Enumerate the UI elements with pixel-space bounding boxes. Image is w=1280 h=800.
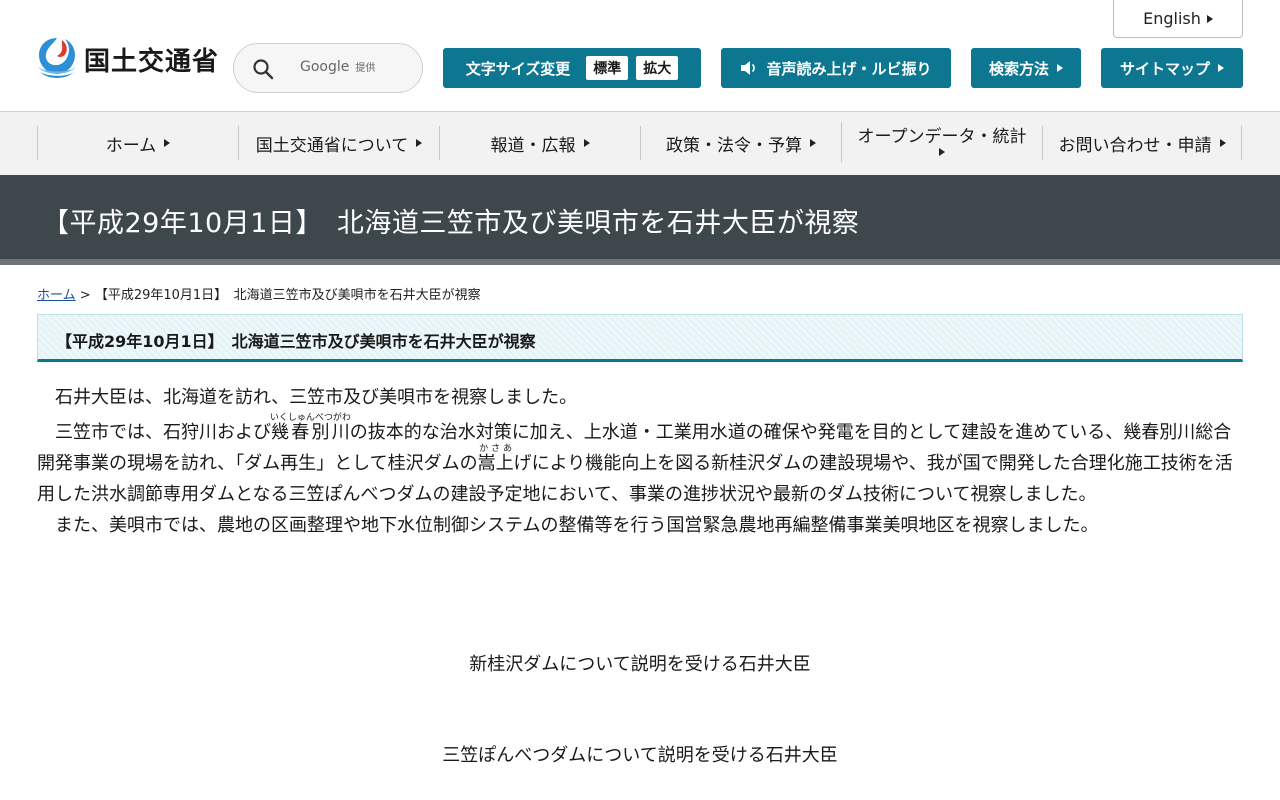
- site-header: English 国土交通省 Google 提供 文字サイズ変更 標準 拡大 音声…: [0, 0, 1280, 112]
- text-size-standard-button[interactable]: 標準: [586, 56, 629, 80]
- triangle-right-icon: [1206, 14, 1213, 23]
- site-search: Google 提供: [233, 43, 423, 93]
- paragraph-3: また、美唄市では、農地の区画整理や地下水位制御システムの整備等を行う国営緊急農地…: [55, 515, 1099, 536]
- nav-item-label: 報道・広報: [490, 135, 576, 156]
- ruby-kasaage: 嵩上かさあ: [477, 444, 514, 474]
- text-size-control: 文字サイズ変更 標準 拡大: [443, 48, 701, 88]
- breadcrumb: ホーム > 【平成29年10月1日】 北海道三笠市及び美唄市を石井大臣が視察: [37, 284, 481, 303]
- paragraph-1: 石井大臣は、北海道を訪れ、三笠市及び美唄市を視察しました。: [55, 387, 578, 408]
- triangle-right-icon: [1218, 64, 1224, 72]
- triangle-right-icon: [164, 139, 171, 147]
- text-size-label: 文字サイズ変更: [465, 59, 571, 78]
- logo-text: 国土交通省: [84, 46, 220, 77]
- ruby-reading: いくしゅんべつがわ: [269, 413, 351, 423]
- nav-item-label: お問い合わせ・申請: [1058, 135, 1212, 156]
- ruby-ikushunbetsugawa: 幾春別川いくしゅんべつがわ: [269, 413, 351, 443]
- breadcrumb-current: 【平成29年10月1日】 北海道三笠市及び美唄市を石井大臣が視察: [94, 288, 481, 303]
- page-title: 【平成29年10月1日】 北海道三笠市及び美唄市を石井大臣が視察: [42, 208, 860, 239]
- page-title-band: 【平成29年10月1日】 北海道三笠市及び美唄市を石井大臣が視察: [0, 175, 1280, 265]
- speaker-icon: [741, 61, 756, 75]
- photo-caption-2: 三笠ぽんべつダムについて説明を受ける石井大臣: [442, 745, 838, 766]
- triangle-right-icon: [416, 139, 423, 147]
- triangle-right-icon: [810, 139, 816, 147]
- search-input[interactable]: [284, 52, 414, 84]
- ruby-base: 幾春別川: [269, 422, 351, 443]
- triangle-right-icon: [1057, 64, 1063, 72]
- nav-item-label: 政策・法令・予算: [666, 135, 802, 156]
- site-logo[interactable]: 国土交通省: [36, 36, 219, 82]
- nav-item-press[interactable]: 報道・広報: [439, 126, 640, 160]
- breadcrumb-home-link[interactable]: ホーム: [37, 288, 76, 303]
- ruby-reading: かさあ: [477, 444, 514, 454]
- nav-item-contact[interactable]: お問い合わせ・申請: [1042, 126, 1242, 160]
- search-method-button[interactable]: 検索方法: [971, 48, 1081, 88]
- text-size-enlarge-button[interactable]: 拡大: [636, 56, 679, 80]
- breadcrumb-separator: >: [79, 288, 91, 303]
- global-nav: ホーム 国土交通省について 報道・広報 政策・法令・予算 オープンデータ・統計 …: [0, 112, 1280, 175]
- nav-item-policy[interactable]: 政策・法令・予算: [640, 126, 841, 160]
- nav-item-about[interactable]: 国土交通省について: [238, 126, 439, 160]
- triangle-right-icon: [1219, 139, 1226, 147]
- paragraph-text: 三笠市では、石狩川および: [55, 422, 271, 443]
- photo-caption-1: 新桂沢ダムについて説明を受ける石井大臣: [469, 654, 811, 675]
- mlit-logo-icon: [38, 38, 76, 78]
- ruby-base: 嵩上: [477, 453, 514, 474]
- nav-item-label: オープンデータ・統計: [857, 126, 1027, 147]
- sitemap-label: サイトマップ: [1119, 59, 1210, 78]
- nav-item-home[interactable]: ホーム: [37, 126, 238, 160]
- triangle-right-icon: [939, 148, 945, 157]
- sitemap-button[interactable]: サイトマップ: [1101, 48, 1243, 88]
- search-icon[interactable]: [252, 58, 274, 80]
- triangle-right-icon: [583, 139, 590, 147]
- nav-item-label: ホーム: [105, 135, 157, 156]
- english-label: English: [1143, 9, 1201, 28]
- search-method-label: 検索方法: [988, 59, 1049, 78]
- article-body: 石井大臣は、北海道を訪れ、三笠市及び美唄市を視察しました。 三笠市では、石狩川お…: [37, 382, 1247, 541]
- content-heading-box: 【平成29年10月1日】 北海道三笠市及び美唄市を石井大臣が視察: [37, 314, 1243, 362]
- content-heading: 【平成29年10月1日】 北海道三笠市及び美唄市を石井大臣が視察: [56, 332, 536, 351]
- nav-item-open-data[interactable]: オープンデータ・統計: [841, 122, 1042, 162]
- speech-ruby-button[interactable]: 音声読み上げ・ルビ振り: [721, 48, 951, 88]
- speech-ruby-label: 音声読み上げ・ルビ振り: [766, 59, 932, 78]
- nav-item-label: 国土交通省について: [255, 135, 409, 156]
- english-link[interactable]: English: [1113, 0, 1243, 38]
- paragraph-2: 三笠市では、石狩川および幾春別川いくしゅんべつがわの抜本的な治水対策に加え、上水…: [37, 413, 1247, 510]
